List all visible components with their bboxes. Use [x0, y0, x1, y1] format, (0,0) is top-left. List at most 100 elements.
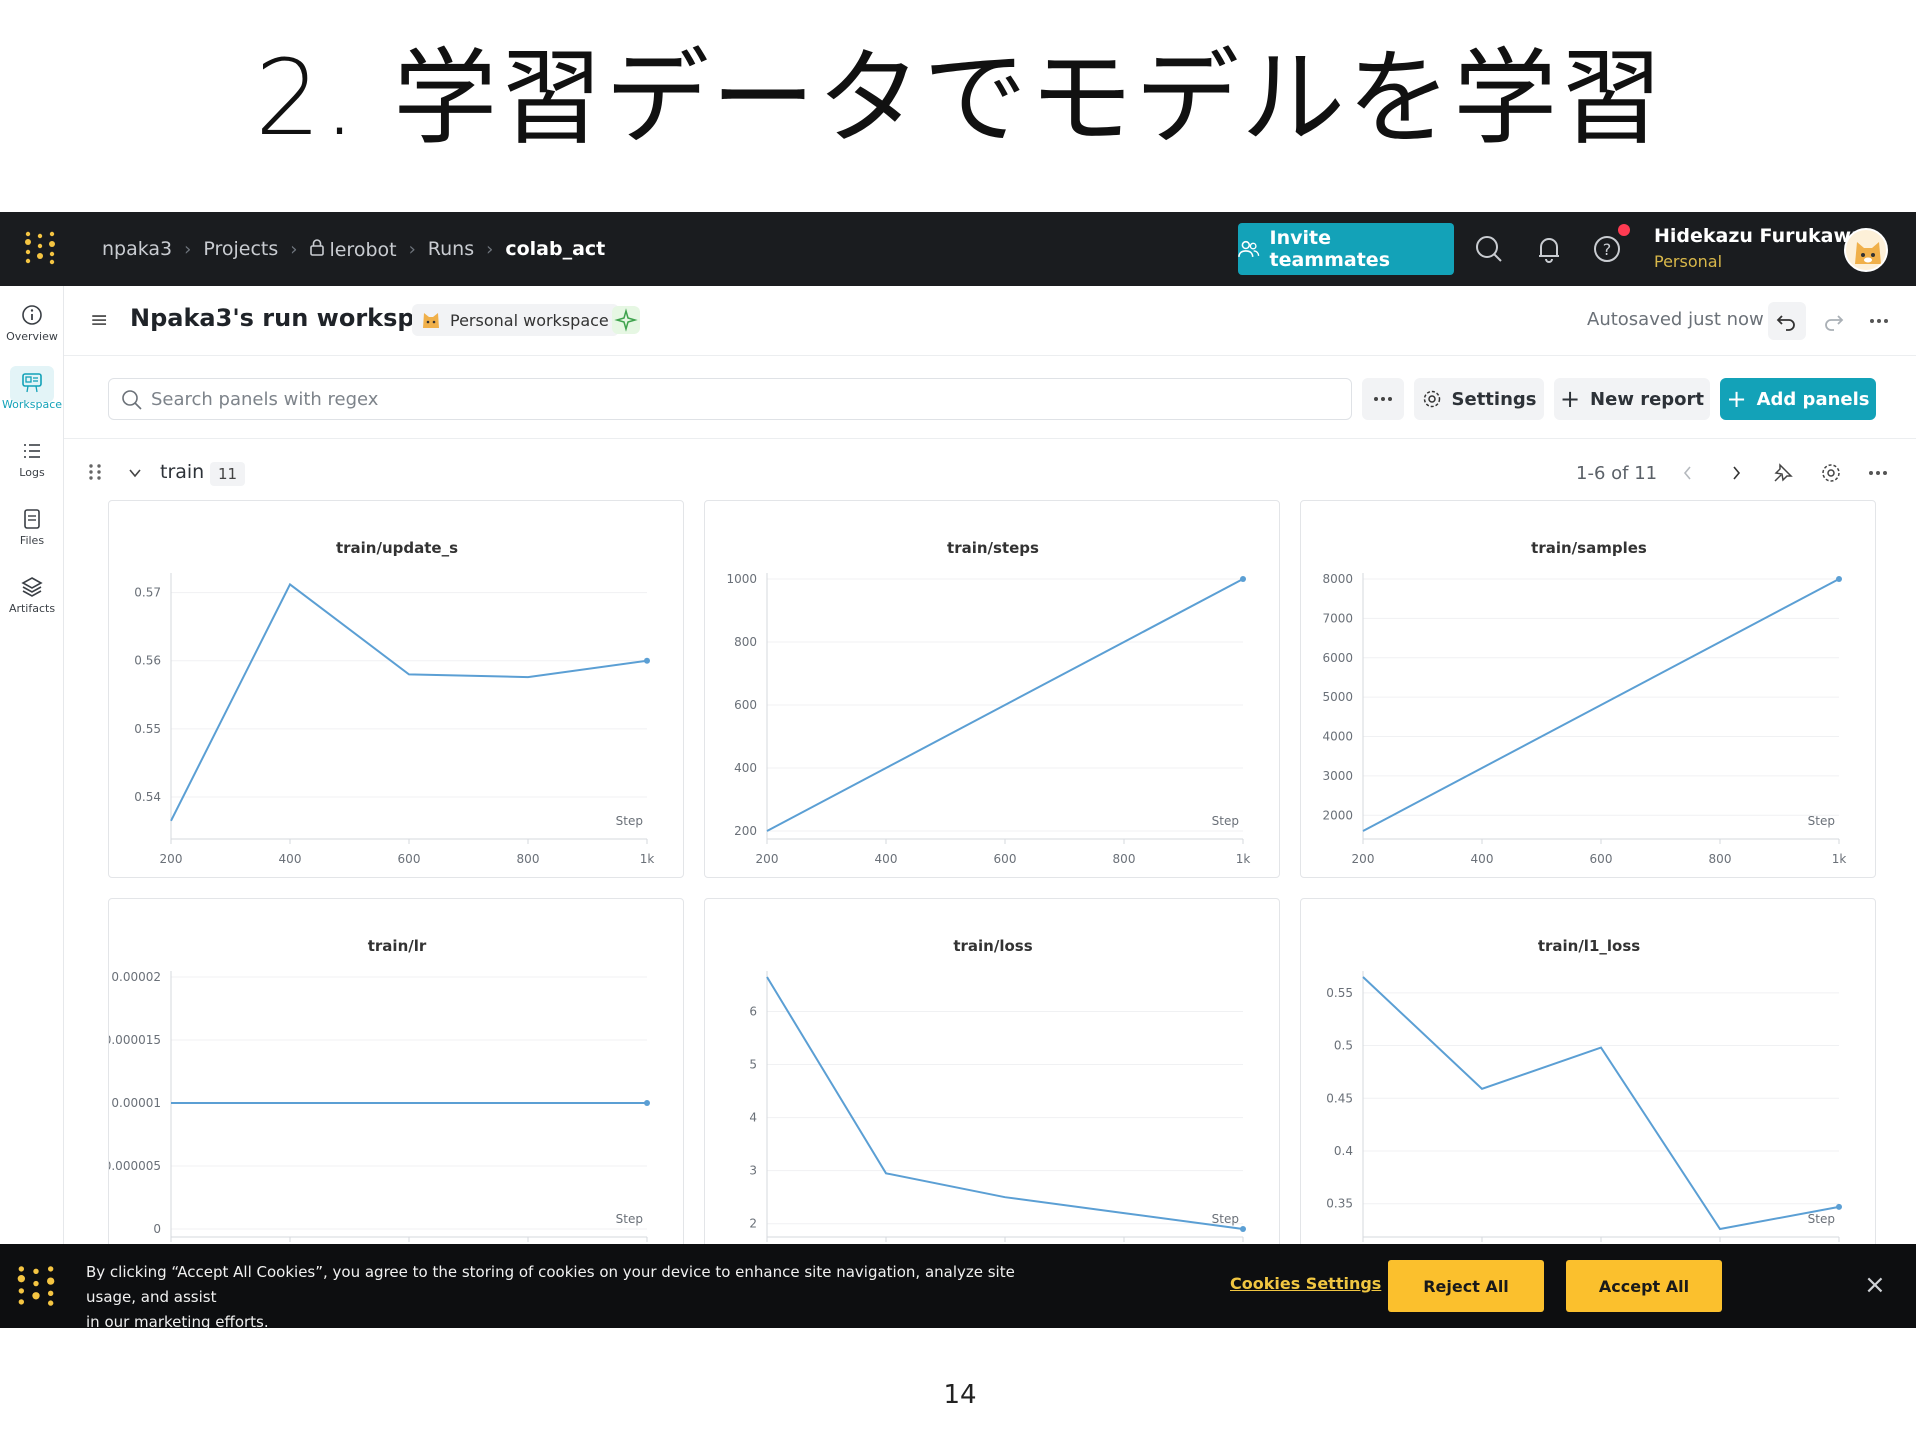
breadcrumb-project-label: lerobot — [329, 238, 397, 261]
new-report-label: New report — [1590, 388, 1705, 410]
cookie-message-line1: By clicking “Accept All Cookies”, you ag… — [86, 1263, 1015, 1306]
sparkle-icon[interactable] — [612, 306, 640, 334]
chart-title: train/lr — [368, 937, 427, 955]
breadcrumb-runs[interactable]: Runs — [428, 238, 474, 260]
data-point — [1240, 1226, 1246, 1232]
data-point — [644, 1100, 650, 1106]
data-point — [1240, 576, 1246, 582]
x-axis-label: Step — [1212, 1212, 1239, 1226]
pin-icon[interactable] — [1772, 462, 1794, 484]
x-tick-label: 200 — [1352, 852, 1375, 866]
user-name[interactable]: Hidekazu Furukawa — [1654, 225, 1864, 247]
undo-button[interactable] — [1768, 302, 1806, 340]
section-count-badge: 11 — [210, 462, 246, 486]
pager-text: 1-6 of 11 — [1576, 463, 1658, 484]
workspace-badge[interactable]: Personal workspace — [412, 304, 619, 336]
plus-icon: + — [1726, 385, 1747, 413]
more-options-icon[interactable] — [1860, 302, 1898, 340]
breadcrumb-projects[interactable]: Projects — [203, 238, 278, 260]
cat-icon — [423, 313, 439, 328]
gear-icon[interactable] — [1820, 462, 1842, 484]
nav-files[interactable]: Files — [0, 508, 64, 547]
y-tick-label: 0.56 — [134, 654, 161, 668]
add-panels-button[interactable]: + Add panels — [1720, 378, 1876, 420]
y-tick-label: 0.000005 — [109, 1159, 161, 1173]
y-tick-label: 4 — [749, 1111, 757, 1125]
bell-icon[interactable] — [1532, 232, 1566, 266]
search-input[interactable] — [149, 379, 1339, 419]
wandb-screenshot: npaka3 › Projects › lerobot › Runs › col… — [0, 212, 1916, 1328]
drag-handle-icon[interactable] — [88, 462, 102, 482]
panel-train-lr[interactable]: train/lr 0.00002 0.000015 0.00001 0.000005 0 S… — [108, 898, 684, 1276]
search-icon[interactable] — [1472, 232, 1506, 266]
chevron-right-icon: › — [184, 238, 192, 260]
panel-train-update-s[interactable]: train/update_s 0.57 0.56 0.55 0.54 200 400 600 8… — [108, 500, 684, 878]
breadcrumb-project[interactable]: lerobot — [309, 238, 397, 261]
cookie-banner: By clicking “Accept All Cookies”, you ag… — [0, 1244, 1916, 1328]
x-axis-label: Step — [616, 1212, 643, 1226]
hamburger-icon[interactable]: ≡ — [90, 308, 108, 333]
reject-all-button[interactable]: Reject All — [1388, 1260, 1544, 1312]
y-tick-label: 0 — [153, 1222, 161, 1236]
y-tick-label: 4000 — [1322, 730, 1353, 744]
ellipsis-glyph — [1870, 319, 1888, 323]
left-nav: Overview Workspace Logs Files Artifacts — [0, 286, 64, 1328]
y-tick-label: 2 — [749, 1217, 757, 1231]
settings-label: Settings — [1451, 388, 1537, 410]
panel-train-samples[interactable]: train/samples 8000 7000 6000 5000 4000 3000 200… — [1300, 500, 1876, 878]
x-axis-label: Step — [1212, 814, 1239, 828]
y-tick-label: 0.00001 — [111, 1096, 161, 1110]
chevron-right-icon: › — [486, 238, 494, 260]
search-panels[interactable] — [108, 378, 1352, 420]
chart-title: train/samples — [1531, 539, 1647, 557]
panel-train-steps[interactable]: train/steps 1000 800 600 400 200 200 400 600 800 1… — [704, 500, 1280, 878]
invite-teammates-button[interactable]: Invite teammates — [1238, 223, 1454, 275]
y-tick-label: 600 — [734, 698, 757, 712]
x-tick-label: 200 — [756, 852, 779, 866]
toolbar-more-button[interactable] — [1362, 378, 1404, 420]
data-point — [644, 657, 650, 664]
chevron-right-icon: › — [408, 238, 416, 260]
y-tick-label: 5000 — [1322, 690, 1353, 704]
x-tick-label: 400 — [279, 852, 302, 866]
y-tick-label: 3000 — [1322, 769, 1353, 783]
redo-button[interactable] — [1814, 302, 1852, 340]
x-tick-label: 400 — [1471, 852, 1494, 866]
chevron-right-icon[interactable] — [1726, 462, 1746, 484]
settings-button[interactable]: Settings — [1414, 378, 1544, 420]
x-axis-label: Step — [1808, 814, 1835, 828]
x-tick-label: 800 — [1709, 852, 1732, 866]
notification-dot — [1618, 224, 1630, 236]
chevron-left-icon[interactable] — [1678, 462, 1698, 484]
y-tick-label: 0.5 — [1334, 1039, 1353, 1053]
x-axis-label: Step — [1808, 1212, 1835, 1226]
section-name[interactable]: train — [160, 461, 204, 483]
data-point — [1836, 1203, 1842, 1210]
accept-all-button[interactable]: Accept All — [1566, 1260, 1722, 1312]
nav-overview[interactable]: Overview — [0, 304, 64, 343]
nav-artifacts[interactable]: Artifacts — [0, 576, 64, 615]
chart-title: train/steps — [947, 539, 1039, 557]
x-axis-label: Step — [616, 814, 643, 828]
y-tick-label: 2000 — [1322, 808, 1353, 822]
x-tick-label: 800 — [1113, 852, 1136, 866]
y-tick-label: 5 — [749, 1058, 757, 1072]
breadcrumb-run[interactable]: colab_act — [505, 238, 605, 260]
chart-svg: train/l1_loss 0.55 0.5 0.45 0.4 0.35 Step — [1326, 937, 1842, 1242]
panel-train-loss[interactable]: train/loss 6 5 4 3 2 Step — [704, 898, 1280, 1276]
nav-logs[interactable]: Logs — [0, 440, 64, 479]
panel-train-l1-loss[interactable]: train/l1_loss 0.55 0.5 0.45 0.4 0.35 Step — [1300, 898, 1876, 1276]
logo-dots-icon[interactable] — [22, 230, 58, 266]
avatar[interactable] — [1844, 228, 1888, 272]
breadcrumb-entity[interactable]: npaka3 — [102, 238, 172, 260]
cookies-settings-link[interactable]: Cookies Settings — [1230, 1274, 1381, 1293]
new-report-button[interactable]: + New report — [1554, 378, 1710, 420]
nav-workspace[interactable]: Workspace — [0, 372, 64, 411]
help-icon[interactable]: ? — [1590, 232, 1624, 266]
y-tick-label: 400 — [734, 761, 757, 775]
ellipsis-icon[interactable] — [1866, 462, 1890, 484]
chevron-down-icon[interactable] — [126, 464, 144, 482]
svg-text:?: ? — [1603, 240, 1612, 259]
close-icon[interactable]: × — [1864, 1270, 1886, 1300]
y-tick-label: 0.55 — [1326, 986, 1353, 1000]
